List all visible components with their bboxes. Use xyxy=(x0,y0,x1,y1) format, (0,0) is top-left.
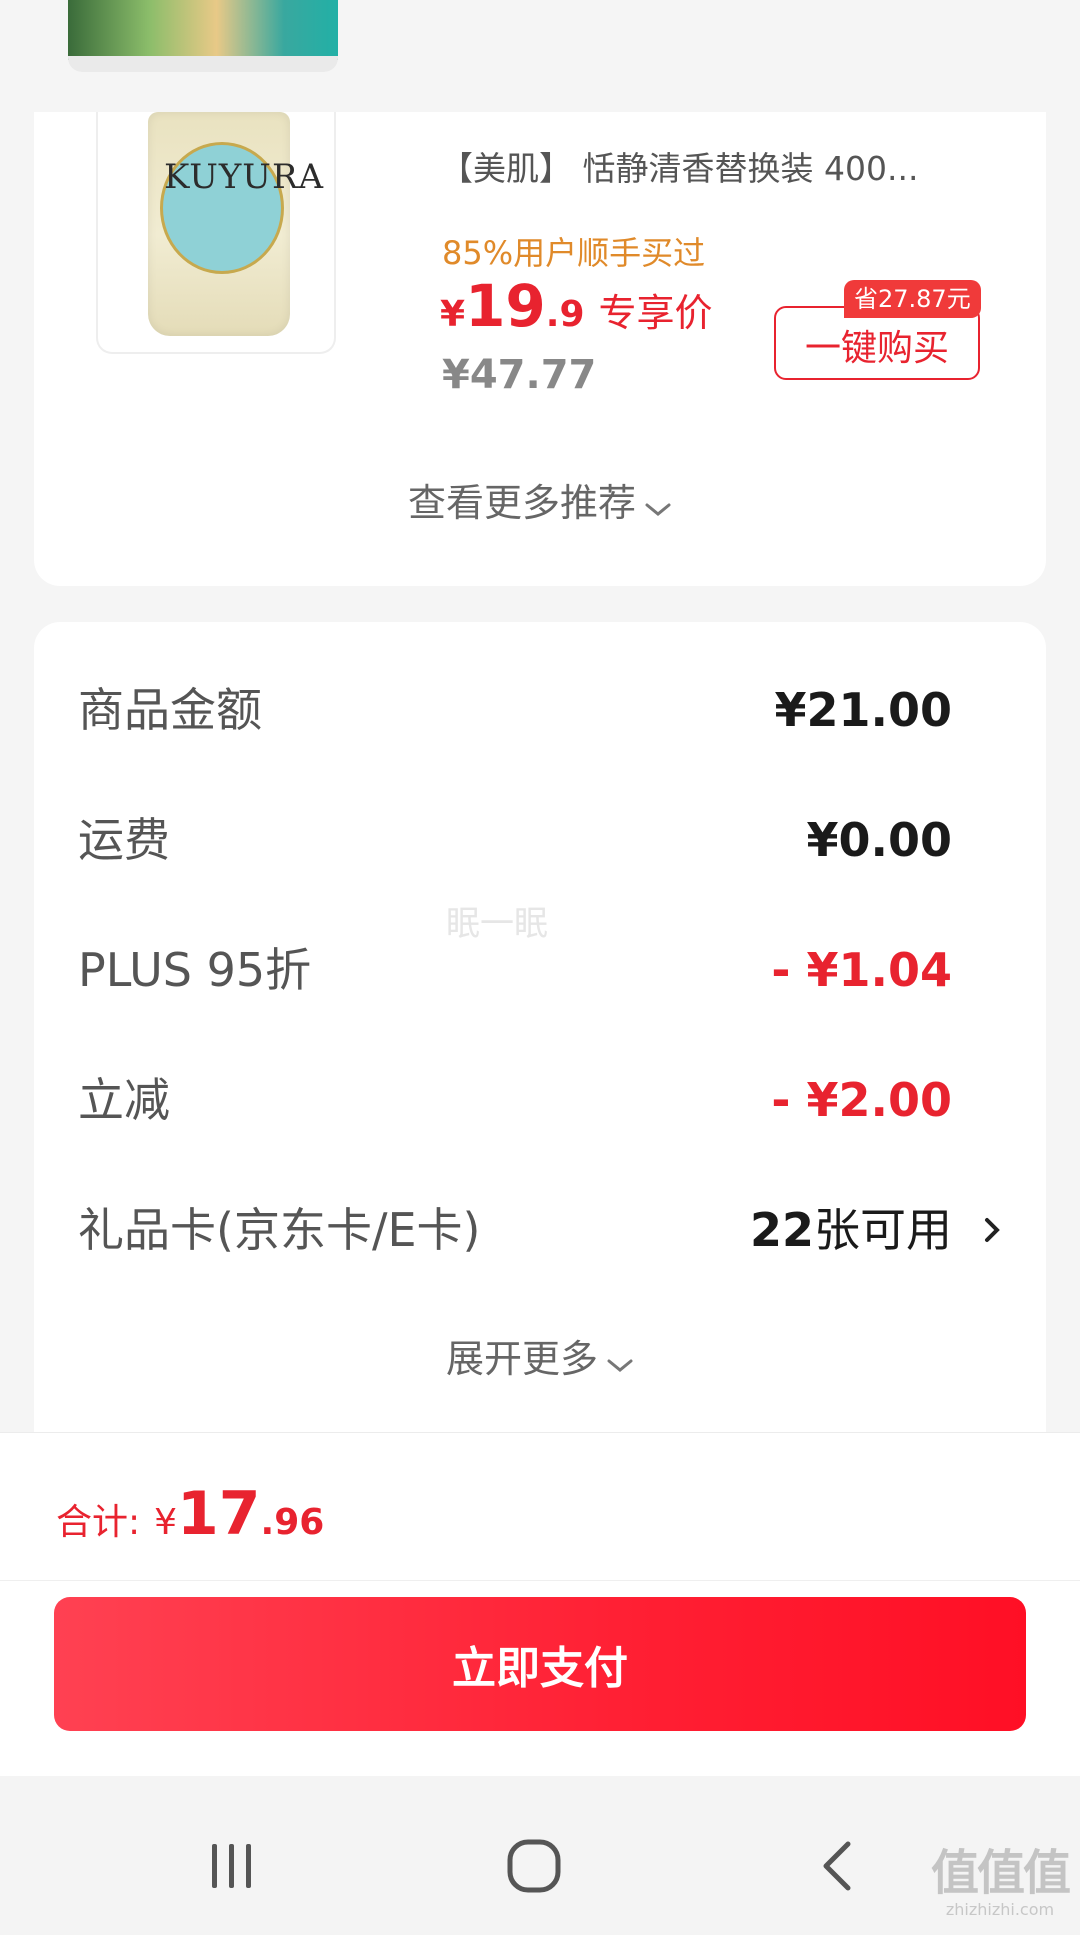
detail-label: 礼品卡(京东卡/E卡) xyxy=(78,1203,481,1257)
product-brand-lettering: KUYURA xyxy=(164,157,325,197)
detail-label: 立减 xyxy=(78,1073,170,1127)
original-price: ¥47.77 xyxy=(442,352,597,398)
previous-product-image xyxy=(68,0,338,60)
gift-card-unit: 张可用 xyxy=(814,1203,952,1257)
detail-row-gift-card[interactable]: 礼品卡(京东卡/E卡) 22张可用 xyxy=(78,1190,1000,1270)
total-integer: 17 xyxy=(177,1479,261,1549)
watermark-text: 眠一眠 xyxy=(446,904,548,944)
detail-row-shipping: 运费 ¥0.00 xyxy=(78,800,952,880)
savings-badge: 省27.87元 xyxy=(844,280,981,318)
order-total: 合计: ¥17.96 xyxy=(56,1479,324,1549)
total-decimal: .96 xyxy=(260,1502,325,1543)
site-watermark-logo: 值值值 xyxy=(930,1845,1071,1901)
detail-row-goods-amount: 商品金额 ¥21.00 xyxy=(78,670,952,750)
expand-more-label: 展开更多 xyxy=(445,1337,598,1381)
chevron-down-icon xyxy=(606,1340,634,1384)
system-navigation-bar xyxy=(0,1776,1080,1935)
expand-more-link[interactable]: 展开更多 xyxy=(34,1328,1046,1384)
total-bar: 合计: ¥17.96 xyxy=(0,1432,1080,1581)
price-detail-card: 商品金额 ¥21.00 运费 ¥0.00 PLUS 95折 - ¥1.04 立减… xyxy=(34,622,1046,1432)
more-recommendations-label: 查看更多推荐 xyxy=(407,481,636,525)
exclusive-price: ¥19.9 专享价 xyxy=(440,272,713,340)
back-icon[interactable] xyxy=(800,1826,880,1906)
site-watermark-domain: zhizhizhi.com xyxy=(945,1900,1055,1919)
detail-value: - ¥1.04 xyxy=(771,943,952,997)
home-icon[interactable] xyxy=(494,1826,574,1906)
detail-row-instant-discount[interactable]: 立减 - ¥2.00 xyxy=(78,1060,952,1140)
detail-value: ¥21.00 xyxy=(774,683,952,737)
recents-icon[interactable] xyxy=(192,1826,272,1906)
price-currency: ¥ xyxy=(440,294,466,335)
chevron-right-icon xyxy=(980,1210,1004,1254)
previous-product-image-base xyxy=(68,56,338,72)
recommended-product-image[interactable]: KUYURA xyxy=(96,112,336,354)
buyers-percentage-text: 85%用户顺手买过 xyxy=(442,234,706,272)
chevron-down-icon xyxy=(644,484,672,528)
price-decimal: .9 xyxy=(545,294,585,335)
recommended-product-title[interactable]: 【美肌】 恬静清香替换装 400... xyxy=(440,142,1000,190)
gift-card-available: 22张可用 xyxy=(750,1190,952,1270)
pay-now-button[interactable]: 立即支付 xyxy=(54,1597,1026,1731)
previous-product-thumbnail[interactable] xyxy=(68,0,338,72)
pay-area: 立即支付 xyxy=(0,1580,1080,1777)
detail-value: ¥0.00 xyxy=(806,813,952,867)
detail-label: 运费 xyxy=(78,813,170,867)
detail-label: PLUS 95折 xyxy=(78,943,312,997)
detail-value: - ¥2.00 xyxy=(771,1073,952,1127)
recommendation-card: KUYURA 【美肌】 恬静清香替换装 400... 85%用户顺手买过 ¥19… xyxy=(34,112,1046,586)
exclusive-price-tag: 专享价 xyxy=(598,291,713,335)
gift-card-count: 22 xyxy=(749,1203,814,1257)
total-currency: ¥ xyxy=(154,1502,178,1543)
total-label: 合计: xyxy=(56,1502,141,1543)
more-recommendations-link[interactable]: 查看更多推荐 xyxy=(34,472,1046,528)
detail-label: 商品金额 xyxy=(78,683,262,737)
price-integer: 19 xyxy=(465,272,546,340)
